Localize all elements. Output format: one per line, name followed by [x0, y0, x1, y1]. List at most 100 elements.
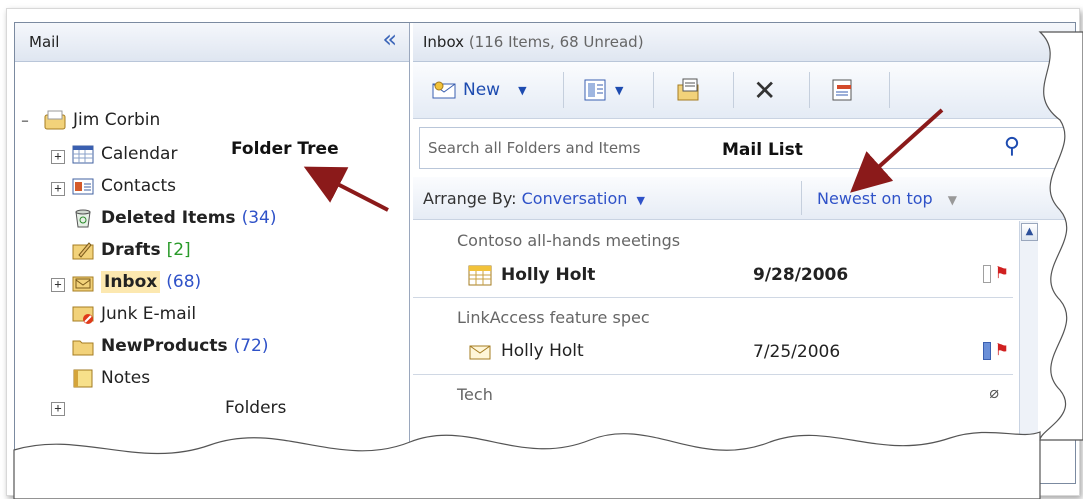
mail-header: Inbox (116 Items, 68 Unread): [413, 23, 1075, 62]
junk-icon: [71, 303, 95, 325]
reading-pane-button[interactable]: ▼: [583, 74, 623, 106]
new-button[interactable]: New ▼: [431, 74, 527, 106]
meeting-icon: [468, 265, 492, 286]
conversation-sender: Holly Holt: [467, 263, 595, 287]
arrange-separator: [801, 181, 802, 215]
unread-count: (68): [166, 272, 202, 292]
attachment-icon: ⌀: [989, 383, 999, 402]
new-dropdown-icon[interactable]: ▼: [518, 84, 526, 97]
toolbar-separator: [653, 72, 654, 108]
reply-button[interactable]: [829, 74, 857, 106]
conversation-date: 7/25/2006: [753, 342, 841, 362]
collapse-account-icon[interactable]: −: [19, 115, 31, 128]
new-mail-icon: [432, 81, 456, 99]
contacts-icon: [71, 175, 95, 197]
reply-icon: [832, 79, 852, 101]
toolbar-separator: [889, 72, 890, 108]
sort-dropdown-icon[interactable]: ▼: [948, 193, 957, 207]
search-box[interactable]: Search all Folders and Items ⚲ Mail List: [419, 127, 1075, 169]
search-input[interactable]: Search all Folders and Items: [428, 139, 640, 157]
callout-mail-list: Mail List: [722, 140, 803, 160]
sort-order-label: Newest on top: [817, 189, 933, 208]
collapse-pane-icon[interactable]: «: [382, 27, 397, 51]
notes-icon: [71, 367, 95, 389]
arrange-by-value[interactable]: Conversation: [522, 189, 628, 208]
folder-label: Folders: [225, 398, 287, 418]
list-item[interactable]: Tech ⌀: [413, 375, 1013, 451]
account-node[interactable]: Jim Corbin: [43, 104, 160, 136]
folder-inbox[interactable]: Inbox (68): [71, 266, 201, 298]
outlook-window: Mail « − Jim Corbin + Calendar + Contact…: [14, 22, 1076, 484]
expand-calendar-icon[interactable]: +: [51, 150, 65, 164]
reading-pane-dropdown-icon[interactable]: ▼: [615, 84, 623, 97]
folder-label: Junk E-mail: [101, 304, 197, 324]
drafts-icon: [71, 239, 95, 261]
callout-folder-tree: Folder Tree: [231, 139, 339, 159]
folder-label: Inbox: [101, 271, 161, 293]
unread-count: (34): [241, 208, 277, 228]
search-icon[interactable]: ⚲: [1004, 134, 1020, 159]
folder-notes[interactable]: Notes: [71, 362, 150, 394]
arrange-dropdown-icon[interactable]: ▼: [637, 194, 645, 207]
category-box[interactable]: [983, 265, 991, 283]
expand-inbox-icon[interactable]: +: [51, 278, 65, 292]
sender-name: Holly Holt: [501, 341, 584, 361]
sort-order[interactable]: Newest on top ▼: [817, 189, 957, 208]
folder-contacts[interactable]: Contacts: [71, 170, 176, 202]
folder-title: Inbox (116 Items, 68 Unread): [423, 33, 644, 51]
toolbar-separator: [809, 72, 810, 108]
scroll-up-button[interactable]: ▲: [1021, 223, 1038, 241]
conversation-subject: Tech: [457, 385, 493, 404]
calendar-icon: [71, 143, 95, 165]
mailbox-icon: [43, 109, 67, 131]
mail-pane: Inbox (116 Items, 68 Unread) New ▼ ▼ ✕ S…: [413, 23, 1075, 483]
conversation-date: 9/28/2006: [753, 265, 849, 285]
trash-icon: [71, 207, 95, 229]
new-button-label: New: [463, 80, 501, 100]
arrange-by-bar: Arrange By: Conversation ▼ Newest on top…: [413, 177, 1075, 220]
folder-label: Deleted Items: [101, 208, 236, 228]
inbox-icon: [71, 271, 95, 293]
mail-list: Contoso all-hands meetings Holly Holt 9/…: [413, 221, 1075, 461]
folder-title-name: Inbox: [423, 33, 465, 51]
account-label: Jim Corbin: [73, 110, 161, 130]
unread-count: (72): [233, 336, 269, 356]
folder-title-counts: (116 Items, 68 Unread): [468, 33, 644, 51]
folder-label: Notes: [101, 368, 151, 388]
folder-label: Drafts: [101, 240, 161, 260]
folder-drafts[interactable]: Drafts [2]: [71, 234, 191, 266]
mail-list-scrollbar[interactable]: ▲: [1019, 221, 1038, 461]
toolbar: New ▼ ▼ ✕: [413, 62, 1075, 119]
move-to-folder-icon: [677, 78, 699, 101]
conversation-subject: Contoso all-hands meetings: [457, 231, 681, 250]
list-item[interactable]: LinkAccess feature spec Holly Holt 7/25/…: [413, 298, 1013, 375]
move-to-folder-button[interactable]: [675, 74, 703, 106]
folder-deleted-items[interactable]: Deleted Items (34): [71, 202, 276, 234]
conversation-subject: LinkAccess feature spec: [457, 308, 650, 327]
sender-name: Holly Holt: [501, 265, 596, 285]
expand-contacts-icon[interactable]: +: [51, 182, 65, 196]
list-item[interactable]: Contoso all-hands meetings Holly Holt 9/…: [413, 221, 1013, 298]
delete-button[interactable]: ✕: [753, 73, 777, 107]
reading-pane-icon: [584, 79, 606, 101]
category-box[interactable]: [983, 342, 991, 360]
folder-newproducts[interactable]: NewProducts (72): [71, 330, 269, 362]
flag-icon[interactable]: ⚑: [995, 263, 1009, 282]
delete-icon: ✕: [753, 73, 777, 107]
folder-search-folders[interactable]: Folders: [225, 392, 286, 424]
folder-junk-email[interactable]: Junk E-mail: [71, 298, 196, 330]
envelope-icon: [469, 345, 491, 360]
folder-label: NewProducts: [101, 336, 228, 356]
folder-icon: [71, 335, 95, 357]
folder-label: Contacts: [101, 176, 176, 196]
flag-icon[interactable]: ⚑: [995, 340, 1009, 359]
nav-header: Mail «: [15, 23, 409, 62]
draft-count: [2]: [166, 240, 191, 260]
folder-calendar[interactable]: Calendar: [71, 138, 177, 170]
expand-folders-icon[interactable]: +: [51, 402, 65, 416]
conversation-sender: Holly Holt: [467, 340, 584, 362]
toolbar-separator: [563, 72, 564, 108]
toolbar-separator: [733, 72, 734, 108]
navigation-pane: Mail « − Jim Corbin + Calendar + Contact…: [15, 23, 410, 483]
arrange-by[interactable]: Arrange By: Conversation ▼: [423, 189, 645, 208]
